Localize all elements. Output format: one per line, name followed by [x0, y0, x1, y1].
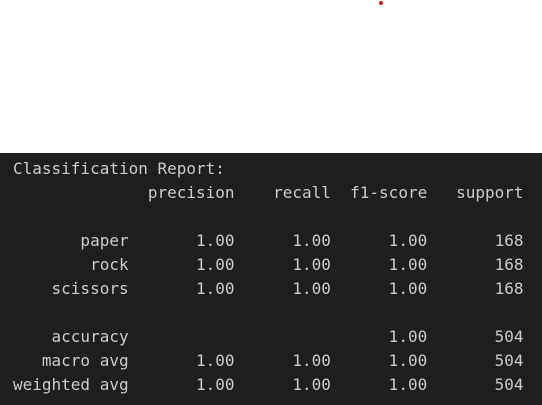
report-header-line: precision recall f1-score support: [13, 183, 524, 202]
red-dot-marker: [379, 1, 383, 5]
report-row-weighted-avg: weighted avg 1.00 1.00 1.00 504: [13, 375, 524, 394]
report-row-scissors: scissors 1.00 1.00 1.00 168: [13, 279, 524, 298]
report-row-accuracy: accuracy 1.00 504: [13, 327, 524, 346]
cell-output-panel: Classification Report: precision recall …: [0, 153, 542, 405]
classification-report-text: Classification Report: precision recall …: [13, 157, 524, 397]
report-row-macro-avg: macro avg 1.00 1.00 1.00 504: [13, 351, 524, 370]
report-row-paper: paper 1.00 1.00 1.00 168: [13, 231, 524, 250]
report-title-line: Classification Report:: [13, 159, 225, 178]
report-row-rock: rock 1.00 1.00 1.00 168: [13, 255, 524, 274]
